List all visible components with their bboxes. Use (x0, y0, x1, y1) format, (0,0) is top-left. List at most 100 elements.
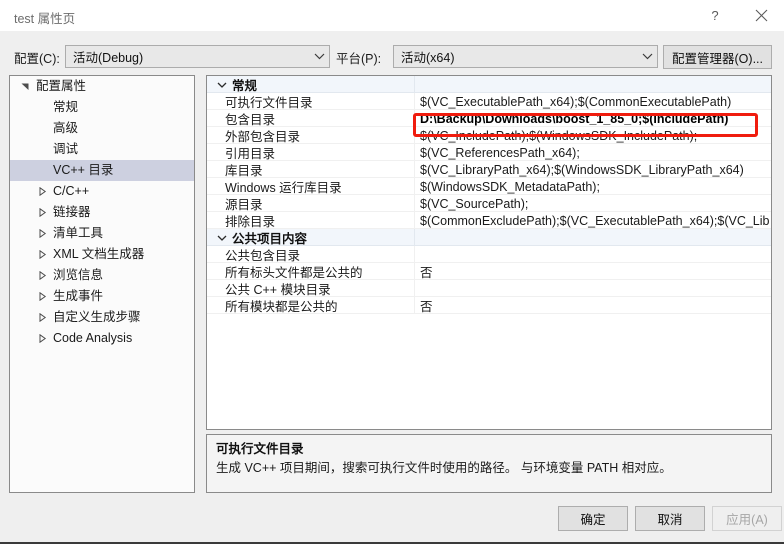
chevron-down-icon[interactable] (215, 76, 229, 93)
property-value[interactable]: $(WindowsSDK_MetadataPath); (414, 178, 771, 195)
configuration-value: 活动(Debug) (73, 51, 144, 65)
tree-item-label: 生成事件 (53, 289, 104, 304)
property-value[interactable]: $(VC_SourcePath); (414, 195, 771, 212)
chevron-down-icon (637, 53, 657, 60)
tree-expander-collapsed-icon[interactable] (35, 187, 49, 196)
tree-item[interactable]: C/C++ (10, 181, 194, 202)
tree-item[interactable]: 清单工具 (10, 223, 194, 244)
property-row[interactable]: 源目录 $(VC_SourcePath); (207, 195, 771, 212)
property-name: 公共包含目录 (225, 249, 301, 263)
property-group-row[interactable]: 公共项目内容 (207, 229, 771, 246)
tree-item-label: 高级 (53, 121, 79, 136)
tree-item[interactable]: Code Analysis (10, 328, 194, 349)
property-value[interactable] (414, 280, 771, 297)
property-group-label: 常规 (232, 79, 258, 93)
platform-label: 平台(P): (336, 52, 382, 66)
property-row[interactable]: 包含目录 D:\Backup\Downloads\boost_1_85_0;$(I… (207, 110, 771, 127)
title-bar: test 属性页 ? (0, 0, 784, 31)
window-title: test 属性页 (14, 12, 76, 26)
property-value[interactable]: 否 (414, 263, 771, 280)
property-name: 源目录 (225, 198, 263, 212)
grid-column-divider (414, 76, 415, 93)
tree-item-label: 链接器 (53, 205, 91, 220)
tree-item-label: C/C++ (53, 184, 90, 199)
tree-item-label: 浏览信息 (53, 268, 104, 283)
property-value[interactable]: $(VC_IncludePath);$(WindowsSDK_IncludePa… (414, 127, 771, 144)
tree-expander-collapsed-icon[interactable] (35, 229, 49, 238)
property-row[interactable]: 公共包含目录 (207, 246, 771, 263)
property-value[interactable]: $(VC_ExecutablePath_x64);$(CommonExecuta… (414, 93, 771, 110)
cancel-button[interactable]: 取消 (635, 506, 705, 531)
tree-item[interactable]: VC++ 目录 (10, 160, 194, 181)
tree-item-label: 自定义生成步骤 (53, 310, 141, 325)
property-value[interactable]: D:\Backup\Downloads\boost_1_85_0;$(Inclu… (414, 110, 771, 127)
property-row[interactable]: 公共 C++ 模块目录 (207, 280, 771, 297)
property-value[interactable]: 否 (414, 297, 771, 314)
grid-column-divider (414, 229, 415, 246)
tree-item[interactable]: 常规 (10, 97, 194, 118)
tree-item-label: Code Analysis (53, 331, 133, 346)
tree-item-label: 常规 (53, 100, 79, 115)
ok-button[interactable]: 确定 (558, 506, 628, 531)
configuration-label: 配置(C): (14, 52, 60, 66)
tree-item[interactable]: 自定义生成步骤 (10, 307, 194, 328)
description-pane: 可执行文件目录 生成 VC++ 项目期间，搜索可执行文件时使用的路径。 与环境变… (206, 434, 772, 493)
property-row[interactable]: 库目录 $(VC_LibraryPath_x64);$(WindowsSDK_Li… (207, 161, 771, 178)
property-value[interactable]: $(CommonExcludePath);$(VC_ExecutablePath… (414, 212, 771, 229)
property-name: Windows 运行库目录 (225, 181, 342, 195)
tree-item[interactable]: 高级 (10, 118, 194, 139)
property-group-label: 公共项目内容 (232, 232, 308, 246)
tree-expander-collapsed-icon[interactable] (35, 334, 49, 343)
configuration-tree[interactable]: 配置属性常规高级调试 VC++ 目录 C/C++ 链接器清单工具 XML 文档生成器 浏览… (9, 75, 195, 493)
tree-expander-expanded-icon[interactable] (18, 82, 32, 91)
question-mark-icon: ? (711, 8, 719, 23)
tree-item-label: VC++ 目录 (53, 163, 114, 178)
property-name: 库目录 (225, 164, 263, 178)
property-row[interactable]: 引用目录 $(VC_ReferencesPath_x64); (207, 144, 771, 161)
property-row[interactable]: 外部包含目录 $(VC_IncludePath);$(WindowsSDK_Inc… (207, 127, 771, 144)
property-grid[interactable]: 常规可执行文件目录 $(VC_ExecutablePath_x64);$(Comm… (206, 75, 772, 430)
property-row[interactable]: 排除目录 $(CommonExcludePath);$(VC_Executable… (207, 212, 771, 229)
property-name: 引用目录 (225, 147, 276, 161)
help-button[interactable]: ? (692, 0, 738, 31)
property-row[interactable]: 所有模块都是公共的 否 (207, 297, 771, 314)
description-title: 可执行文件目录 (216, 442, 304, 456)
tree-item[interactable]: 配置属性 (10, 76, 194, 97)
property-row[interactable]: Windows 运行库目录 $(WindowsSDK_MetadataPath); (207, 178, 771, 195)
tree-expander-collapsed-icon[interactable] (35, 292, 49, 301)
chevron-down-icon[interactable] (215, 229, 229, 246)
chevron-down-icon (309, 53, 329, 60)
tree-item-label: 调试 (53, 142, 79, 157)
configuration-combobox[interactable]: 活动(Debug) (65, 45, 330, 68)
tree-item[interactable]: 链接器 (10, 202, 194, 223)
property-row[interactable]: 所有标头文件都是公共的 否 (207, 263, 771, 280)
close-button[interactable] (738, 0, 784, 31)
close-icon (755, 9, 768, 22)
tree-expander-collapsed-icon[interactable] (35, 250, 49, 259)
property-name: 外部包含目录 (225, 130, 301, 144)
property-group-row[interactable]: 常规 (207, 76, 771, 93)
tree-item[interactable]: XML 文档生成器 (10, 244, 194, 265)
tree-item-label: 配置属性 (36, 79, 87, 94)
description-text: 生成 VC++ 项目期间，搜索可执行文件时使用的路径。 与环境变量 PATH 相… (216, 461, 672, 475)
property-row[interactable]: 可执行文件目录 $(VC_ExecutablePath_x64);$(Common… (207, 93, 771, 110)
tree-item[interactable]: 浏览信息 (10, 265, 194, 286)
tree-item[interactable]: 调试 (10, 139, 194, 160)
tree-item[interactable]: 生成事件 (10, 286, 194, 307)
property-name: 排除目录 (225, 215, 276, 229)
tree-item-label: XML 文档生成器 (53, 247, 145, 262)
property-value[interactable]: $(VC_ReferencesPath_x64); (414, 144, 771, 161)
property-name: 公共 C++ 模块目录 (225, 283, 331, 297)
property-value[interactable] (414, 246, 771, 263)
tree-expander-collapsed-icon[interactable] (35, 208, 49, 217)
property-value[interactable]: $(VC_LibraryPath_x64);$(WindowsSDK_Libra… (414, 161, 771, 178)
configuration-manager-button[interactable]: 配置管理器(O)... (663, 45, 772, 69)
tree-expander-collapsed-icon[interactable] (35, 313, 49, 322)
platform-combobox[interactable]: 活动(x64) (393, 45, 658, 68)
tree-expander-collapsed-icon[interactable] (35, 271, 49, 280)
property-name: 可执行文件目录 (225, 96, 313, 110)
property-name: 所有模块都是公共的 (225, 300, 338, 314)
apply-button: 应用(A) (712, 506, 782, 531)
property-name: 所有标头文件都是公共的 (225, 266, 363, 280)
tree-item-label: 清单工具 (53, 226, 104, 241)
